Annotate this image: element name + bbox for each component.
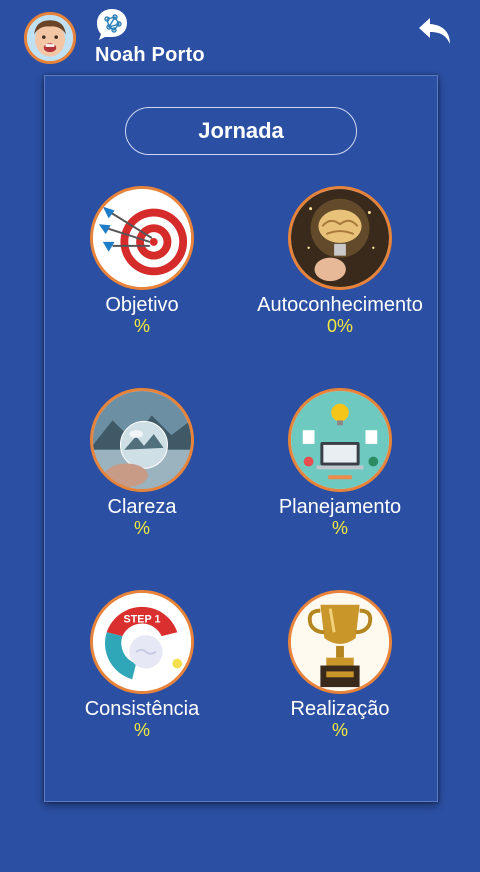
steps-puzzle-icon[interactable]: STEP 1 bbox=[90, 590, 194, 694]
tile-percent: % bbox=[133, 518, 150, 538]
tile-percent: % bbox=[331, 518, 348, 538]
tile-clareza[interactable]: Clareza % bbox=[47, 388, 237, 538]
tile-consistencia[interactable]: STEP 1 Consistência % bbox=[47, 590, 237, 740]
tile-objetivo[interactable]: Objetivo % bbox=[47, 186, 237, 336]
target-darts-icon[interactable] bbox=[90, 186, 194, 290]
back-arrow-icon[interactable] bbox=[416, 14, 456, 50]
tile-percent: 0% bbox=[326, 316, 353, 336]
svg-text:STEP 1: STEP 1 bbox=[124, 613, 161, 625]
crystal-ball-icon[interactable] bbox=[90, 388, 194, 492]
trophy-icon[interactable] bbox=[288, 590, 392, 694]
tile-percent: % bbox=[133, 316, 150, 336]
tile-label: Realização bbox=[290, 698, 390, 720]
tile-percent: % bbox=[331, 720, 348, 740]
tile-realizacao[interactable]: Realização % bbox=[245, 590, 435, 740]
tile-label: Autoconhecimento bbox=[257, 294, 423, 316]
tile-label: Consistência bbox=[84, 698, 200, 720]
tile-percent: % bbox=[133, 720, 150, 740]
tile-planejamento[interactable]: Planejamento % bbox=[245, 388, 435, 538]
brain-chat-icon bbox=[95, 7, 129, 41]
brain-lightbulb-icon[interactable] bbox=[288, 186, 392, 290]
tile-autoconhecimento[interactable]: Autoconhecimento 0% bbox=[245, 186, 435, 336]
tile-label: Objetivo bbox=[105, 294, 179, 316]
journey-panel: Jornada Objetivo % Autoconhecimento 0% C… bbox=[44, 75, 438, 802]
tile-label: Clareza bbox=[107, 496, 177, 518]
journey-title: Jornada bbox=[125, 107, 357, 155]
planning-desk-icon[interactable] bbox=[288, 388, 392, 492]
avatar[interactable] bbox=[24, 12, 76, 64]
tile-label: Planejamento bbox=[278, 496, 402, 518]
user-name: Noah Porto bbox=[95, 44, 205, 66]
